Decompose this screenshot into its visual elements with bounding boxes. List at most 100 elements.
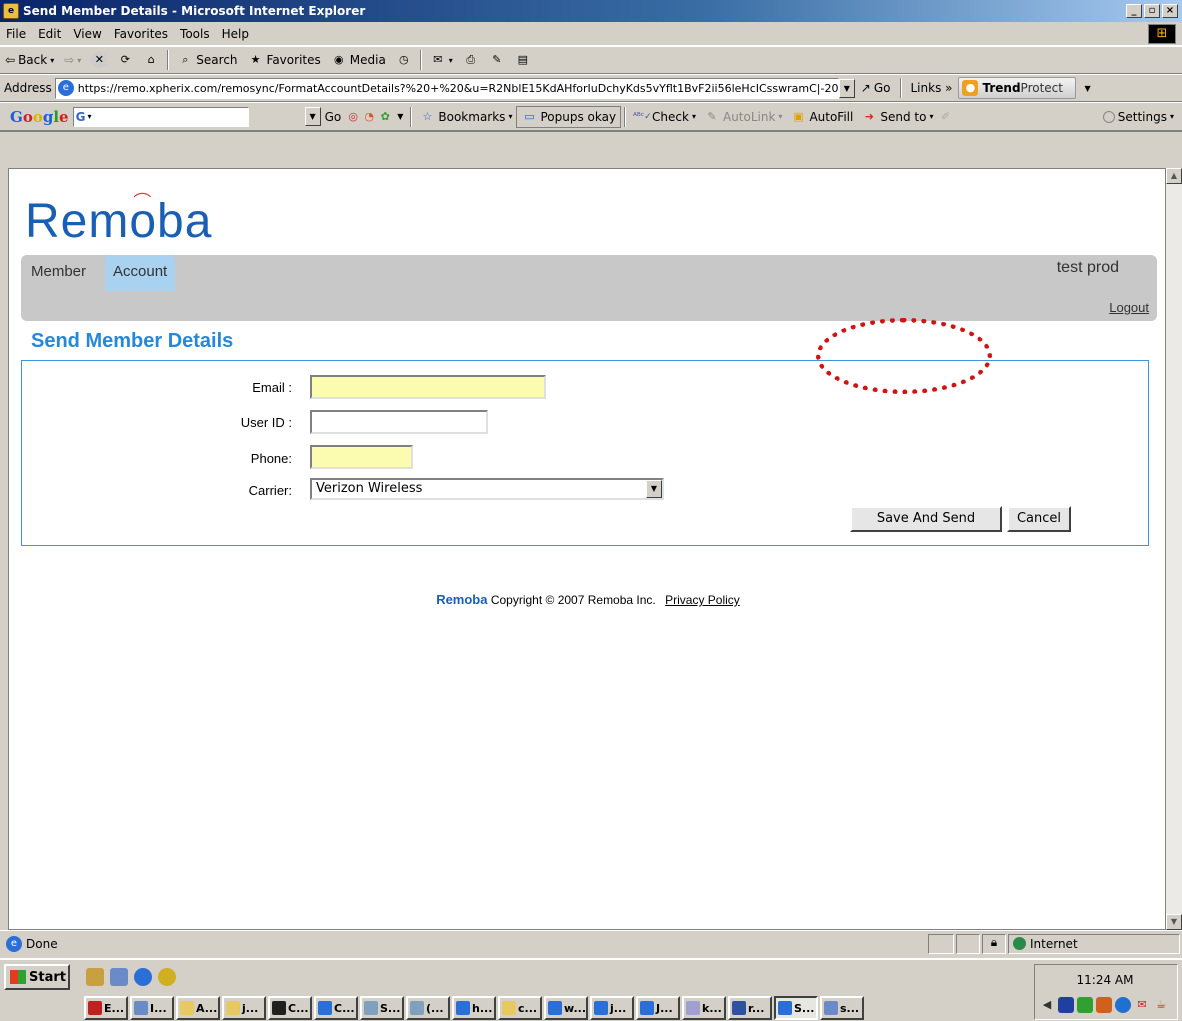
java-icon[interactable]: ☕︎ bbox=[1153, 997, 1169, 1013]
print-button[interactable]: ⎙ bbox=[458, 52, 484, 68]
scroll-down-button[interactable]: ▼ bbox=[1166, 914, 1182, 930]
taskbar-item[interactable]: E... bbox=[84, 996, 128, 1020]
minimize-button[interactable]: _ bbox=[1126, 4, 1142, 18]
clock[interactable]: 11:24 AM bbox=[1035, 973, 1175, 987]
carrier-label: Carrier: bbox=[248, 483, 292, 498]
status-bar: e Done 🔒︎ Internet bbox=[0, 930, 1182, 956]
autofill-button[interactable]: ▣ AutoFill bbox=[786, 109, 857, 125]
taskbar-item[interactable]: S... bbox=[360, 996, 404, 1020]
menu-help[interactable]: Help bbox=[216, 27, 255, 41]
taskbar-item[interactable]: j... bbox=[222, 996, 266, 1020]
messenger-icon[interactable] bbox=[1077, 997, 1093, 1013]
mail-button[interactable]: ✉ ▾ bbox=[425, 52, 458, 68]
google-search-dropdown[interactable]: ▼ bbox=[304, 107, 321, 126]
menu-tools[interactable]: Tools bbox=[174, 27, 216, 41]
maximize-button[interactable]: ▫ bbox=[1144, 4, 1160, 18]
logout-link[interactable]: Logout bbox=[1109, 300, 1149, 315]
vertical-scrollbar[interactable]: ▲ ▼ bbox=[1166, 168, 1182, 930]
taskbar-item[interactable]: s... bbox=[820, 996, 864, 1020]
tab-member[interactable]: Member bbox=[23, 255, 94, 291]
links-button[interactable]: Links » bbox=[905, 81, 959, 95]
menu-favorites[interactable]: Favorites bbox=[108, 27, 174, 41]
carrier-select[interactable]: Verizon Wireless ▼ bbox=[310, 478, 664, 500]
search-button[interactable]: ⌕ Search bbox=[172, 52, 242, 68]
home-button[interactable]: ⌂ bbox=[138, 52, 164, 68]
taskbar-item-active[interactable]: S... bbox=[774, 996, 818, 1020]
quicklaunch-media-icon[interactable] bbox=[158, 968, 176, 986]
copyright-text: Copyright © 2007 Remoba Inc. bbox=[490, 593, 656, 607]
taskbar-item[interactable]: A... bbox=[176, 996, 220, 1020]
menu-edit[interactable]: Edit bbox=[32, 27, 67, 41]
close-button[interactable]: × bbox=[1162, 4, 1178, 18]
google-search-input[interactable]: G ▾ bbox=[72, 106, 249, 127]
quicklaunch-app-icon[interactable] bbox=[110, 968, 128, 986]
taskbar-item[interactable]: h... bbox=[452, 996, 496, 1020]
media-button[interactable]: ◉ Media bbox=[326, 52, 391, 68]
update-icon[interactable] bbox=[1115, 997, 1131, 1013]
history-button[interactable]: ◷ bbox=[391, 52, 417, 68]
taskbar-item[interactable]: c... bbox=[498, 996, 542, 1020]
menu-view[interactable]: View bbox=[67, 27, 107, 41]
stop-button[interactable]: ✕ bbox=[86, 52, 112, 68]
taskbar-item[interactable]: J... bbox=[636, 996, 680, 1020]
email-field[interactable] bbox=[310, 375, 546, 399]
spell-check-button[interactable]: ᴬᴮᶜ✓ Check ▾ bbox=[629, 109, 700, 125]
tab-account[interactable]: Account bbox=[105, 255, 176, 291]
toolbar-chevron-icon[interactable]: ▼ bbox=[1076, 84, 1098, 93]
network-icon[interactable] bbox=[1058, 997, 1074, 1013]
start-button[interactable]: Start bbox=[4, 964, 70, 990]
address-input[interactable]: e https://remo.xpherix.com/remosync/Form… bbox=[54, 77, 839, 99]
quicklaunch-desktop-icon[interactable] bbox=[86, 968, 104, 986]
google-logo[interactable]: Google bbox=[10, 108, 69, 126]
globe-icon bbox=[1013, 937, 1026, 950]
status-text: Done bbox=[26, 936, 58, 951]
google-options-icon[interactable]: ◎ bbox=[345, 109, 361, 125]
cancel-button[interactable]: Cancel bbox=[1007, 506, 1071, 532]
taskbar-item[interactable]: k... bbox=[682, 996, 726, 1020]
popups-button[interactable]: ▭ Popups okay bbox=[516, 105, 622, 128]
scroll-up-button[interactable]: ▲ bbox=[1166, 168, 1182, 184]
star-icon: ☆ bbox=[422, 109, 433, 123]
google-go-button[interactable]: Go bbox=[321, 110, 346, 124]
highlighter-icon[interactable]: ✐ bbox=[937, 109, 953, 125]
taskbar-item[interactable]: C... bbox=[314, 996, 358, 1020]
quicklaunch-ie-icon[interactable] bbox=[134, 968, 152, 986]
taskbar-item[interactable]: w... bbox=[544, 996, 588, 1020]
back-button[interactable]: ⇦ Back ▾ bbox=[0, 53, 59, 67]
refresh-button[interactable]: ⟳ bbox=[112, 52, 138, 68]
trendprotect-button[interactable]: ● Trend Protect bbox=[958, 77, 1077, 99]
taskbar-item[interactable]: (... bbox=[406, 996, 450, 1020]
gmail-notifier-icon[interactable]: ✉ bbox=[1134, 997, 1150, 1013]
settings-button[interactable]: Settings ▾ bbox=[1102, 110, 1174, 124]
userid-field[interactable] bbox=[310, 410, 488, 434]
google-extras-icon[interactable]: ✿ bbox=[377, 109, 393, 125]
save-and-send-button[interactable]: Save And Send bbox=[850, 506, 1002, 532]
address-label: Address bbox=[4, 81, 52, 95]
tray-icons: ◀ ✉ ☕︎ bbox=[1039, 997, 1169, 1013]
page-title: Send Member Details bbox=[31, 330, 234, 352]
popup-blocker-icon: ▭ bbox=[524, 109, 535, 123]
taskbar-item[interactable]: I... bbox=[130, 996, 174, 1020]
bookmarks-button[interactable]: ☆ Bookmarks ▾ bbox=[415, 109, 516, 125]
stop-icon: ✕ bbox=[91, 52, 108, 68]
window-title-bar[interactable]: e Send Member Details - Microsoft Intern… bbox=[0, 0, 1182, 22]
taskbar-item[interactable]: C... bbox=[268, 996, 312, 1020]
edit-button[interactable]: ✎ bbox=[484, 52, 510, 68]
send-to-button[interactable]: ➜ Send to ▾ bbox=[857, 109, 937, 125]
menu-file[interactable]: File bbox=[0, 27, 32, 41]
forward-button[interactable]: ⇨ ▾ bbox=[59, 53, 86, 67]
lock-icon: 🔒︎ bbox=[982, 933, 1006, 954]
privacy-policy-link[interactable]: Privacy Policy bbox=[665, 593, 740, 607]
taskbar-item[interactable]: j... bbox=[590, 996, 634, 1020]
security-icon[interactable] bbox=[1096, 997, 1112, 1013]
phone-field[interactable] bbox=[310, 445, 413, 469]
ie-icon: e bbox=[3, 3, 19, 19]
volume-icon[interactable]: ◀ bbox=[1039, 997, 1055, 1013]
discuss-button[interactable]: ▤ bbox=[510, 52, 536, 68]
taskbar-item[interactable]: r... bbox=[728, 996, 772, 1020]
favorites-button[interactable]: ★ Favorites bbox=[243, 52, 326, 68]
address-dropdown-button[interactable]: ▼ bbox=[838, 78, 855, 98]
autolink-button[interactable]: ✎ AutoLink ▾ bbox=[700, 109, 786, 125]
go-arrow-icon: ↗ bbox=[860, 81, 871, 95]
go-button[interactable]: ↗ Go bbox=[855, 81, 897, 95]
